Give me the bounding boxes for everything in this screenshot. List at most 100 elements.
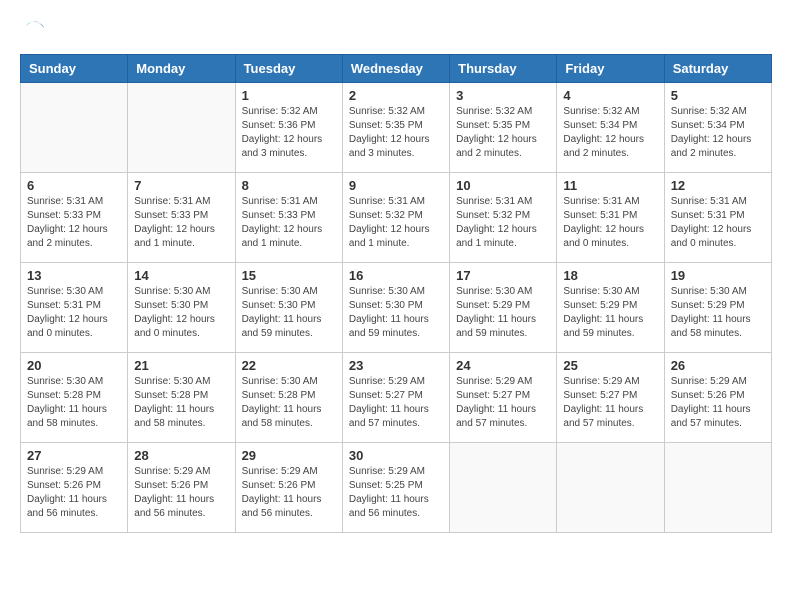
day-info: Sunrise: 5:30 AM Sunset: 5:30 PM Dayligh… <box>242 285 336 341</box>
day-number: 15 <box>242 268 336 283</box>
day-number: 4 <box>563 88 657 103</box>
day-info: Sunrise: 5:30 AM Sunset: 5:28 PM Dayligh… <box>134 375 228 431</box>
calendar-cell: 15 Sunrise: 5:30 AM Sunset: 5:30 PM Dayli… <box>235 263 342 353</box>
week-row: 6 Sunrise: 5:31 AM Sunset: 5:33 PM Daylig… <box>21 173 772 263</box>
day-number: 27 <box>27 448 121 463</box>
day-number: 29 <box>242 448 336 463</box>
day-info: Sunrise: 5:29 AM Sunset: 5:26 PM Dayligh… <box>671 375 765 431</box>
calendar-cell: 13Sunrise: 5:30 AM Sunset: 5:31 PM Dayli… <box>21 263 128 353</box>
calendar-cell: 8 Sunrise: 5:31 AM Sunset: 5:33 PM Daylig… <box>235 173 342 263</box>
day-number: 7 <box>134 178 228 193</box>
weekday-header: Saturday <box>664 55 771 83</box>
day-info: Sunrise: 5:31 AM Sunset: 5:33 PM Dayligh… <box>242 195 336 251</box>
day-info: Sunrise: 5:32 AM Sunset: 5:35 PM Dayligh… <box>456 105 550 161</box>
day-number: 5 <box>671 88 765 103</box>
calendar-cell: 1Sunrise: 5:32 AM Sunset: 5:36 PM Daylig… <box>235 83 342 173</box>
day-number: 22 <box>242 358 336 373</box>
weekday-header: Wednesday <box>342 55 449 83</box>
calendar-cell: 27 Sunrise: 5:29 AM Sunset: 5:26 PM Dayli… <box>21 443 128 533</box>
calendar-cell: 19 Sunrise: 5:30 AM Sunset: 5:29 PM Dayli… <box>664 263 771 353</box>
day-info: Sunrise: 5:32 AM Sunset: 5:34 PM Dayligh… <box>563 105 657 161</box>
weekday-header: Sunday <box>21 55 128 83</box>
calendar-cell: 9Sunrise: 5:31 AM Sunset: 5:32 PM Daylig… <box>342 173 449 263</box>
day-info: Sunrise: 5:29 AM Sunset: 5:26 PM Dayligh… <box>134 465 228 521</box>
calendar-cell <box>557 443 664 533</box>
calendar-cell: 22 Sunrise: 5:30 AM Sunset: 5:28 PM Dayli… <box>235 353 342 443</box>
day-number: 23 <box>349 358 443 373</box>
calendar-cell: 25Sunrise: 5:29 AM Sunset: 5:27 PM Dayli… <box>557 353 664 443</box>
day-number: 8 <box>242 178 336 193</box>
day-number: 17 <box>456 268 550 283</box>
day-number: 10 <box>456 178 550 193</box>
day-number: 13 <box>27 268 121 283</box>
calendar-cell: 24 Sunrise: 5:29 AM Sunset: 5:27 PM Dayli… <box>450 353 557 443</box>
weekday-header-row: SundayMondayTuesdayWednesdayThursdayFrid… <box>21 55 772 83</box>
day-info: Sunrise: 5:29 AM Sunset: 5:27 PM Dayligh… <box>456 375 550 431</box>
calendar-cell: 12Sunrise: 5:31 AM Sunset: 5:31 PM Dayli… <box>664 173 771 263</box>
day-info: Sunrise: 5:30 AM Sunset: 5:29 PM Dayligh… <box>671 285 765 341</box>
weekday-header: Friday <box>557 55 664 83</box>
day-number: 20 <box>27 358 121 373</box>
calendar-cell: 5 Sunrise: 5:32 AM Sunset: 5:34 PM Daylig… <box>664 83 771 173</box>
calendar-cell <box>21 83 128 173</box>
logo <box>20 20 46 44</box>
day-info: Sunrise: 5:29 AM Sunset: 5:27 PM Dayligh… <box>349 375 443 431</box>
calendar-cell: 16Sunrise: 5:30 AM Sunset: 5:30 PM Dayli… <box>342 263 449 353</box>
day-info: Sunrise: 5:31 AM Sunset: 5:31 PM Dayligh… <box>563 195 657 251</box>
calendar-cell <box>450 443 557 533</box>
calendar-cell: 17 Sunrise: 5:30 AM Sunset: 5:29 PM Dayli… <box>450 263 557 353</box>
calendar-cell: 14 Sunrise: 5:30 AM Sunset: 5:30 PM Dayli… <box>128 263 235 353</box>
calendar-cell <box>664 443 771 533</box>
weekday-header: Tuesday <box>235 55 342 83</box>
calendar-cell <box>128 83 235 173</box>
calendar: SundayMondayTuesdayWednesdayThursdayFrid… <box>20 54 772 533</box>
week-row: 1Sunrise: 5:32 AM Sunset: 5:36 PM Daylig… <box>21 83 772 173</box>
day-info: Sunrise: 5:31 AM Sunset: 5:33 PM Dayligh… <box>27 195 121 251</box>
calendar-cell: 7Sunrise: 5:31 AM Sunset: 5:33 PM Daylig… <box>128 173 235 263</box>
calendar-cell: 6 Sunrise: 5:31 AM Sunset: 5:33 PM Daylig… <box>21 173 128 263</box>
calendar-cell: 3 Sunrise: 5:32 AM Sunset: 5:35 PM Daylig… <box>450 83 557 173</box>
calendar-cell: 20 Sunrise: 5:30 AM Sunset: 5:28 PM Dayli… <box>21 353 128 443</box>
day-number: 12 <box>671 178 765 193</box>
day-number: 11 <box>563 178 657 193</box>
calendar-cell: 10 Sunrise: 5:31 AM Sunset: 5:32 PM Dayli… <box>450 173 557 263</box>
day-info: Sunrise: 5:30 AM Sunset: 5:29 PM Dayligh… <box>563 285 657 341</box>
day-info: Sunrise: 5:31 AM Sunset: 5:32 PM Dayligh… <box>456 195 550 251</box>
day-number: 28 <box>134 448 228 463</box>
week-row: 20 Sunrise: 5:30 AM Sunset: 5:28 PM Dayli… <box>21 353 772 443</box>
day-info: Sunrise: 5:31 AM Sunset: 5:32 PM Dayligh… <box>349 195 443 251</box>
day-info: Sunrise: 5:30 AM Sunset: 5:29 PM Dayligh… <box>456 285 550 341</box>
day-number: 26 <box>671 358 765 373</box>
day-info: Sunrise: 5:29 AM Sunset: 5:26 PM Dayligh… <box>27 465 121 521</box>
day-info: Sunrise: 5:32 AM Sunset: 5:35 PM Dayligh… <box>349 105 443 161</box>
weekday-header: Thursday <box>450 55 557 83</box>
calendar-cell: 30Sunrise: 5:29 AM Sunset: 5:25 PM Dayli… <box>342 443 449 533</box>
day-number: 14 <box>134 268 228 283</box>
calendar-cell: 21 Sunrise: 5:30 AM Sunset: 5:28 PM Dayli… <box>128 353 235 443</box>
day-number: 24 <box>456 358 550 373</box>
day-info: Sunrise: 5:29 AM Sunset: 5:26 PM Dayligh… <box>242 465 336 521</box>
day-number: 19 <box>671 268 765 283</box>
day-info: Sunrise: 5:30 AM Sunset: 5:28 PM Dayligh… <box>242 375 336 431</box>
day-number: 6 <box>27 178 121 193</box>
calendar-cell: 28 Sunrise: 5:29 AM Sunset: 5:26 PM Dayli… <box>128 443 235 533</box>
day-number: 30 <box>349 448 443 463</box>
logo-icon <box>22 20 46 44</box>
day-number: 21 <box>134 358 228 373</box>
header <box>20 20 772 44</box>
day-number: 18 <box>563 268 657 283</box>
calendar-cell: 2 Sunrise: 5:32 AM Sunset: 5:35 PM Daylig… <box>342 83 449 173</box>
calendar-cell: 18 Sunrise: 5:30 AM Sunset: 5:29 PM Dayli… <box>557 263 664 353</box>
day-info: Sunrise: 5:30 AM Sunset: 5:28 PM Dayligh… <box>27 375 121 431</box>
day-number: 16 <box>349 268 443 283</box>
calendar-cell: 11 Sunrise: 5:31 AM Sunset: 5:31 PM Dayli… <box>557 173 664 263</box>
calendar-cell: 26 Sunrise: 5:29 AM Sunset: 5:26 PM Dayli… <box>664 353 771 443</box>
day-number: 3 <box>456 88 550 103</box>
day-number: 1 <box>242 88 336 103</box>
calendar-cell: 23 Sunrise: 5:29 AM Sunset: 5:27 PM Dayli… <box>342 353 449 443</box>
day-number: 2 <box>349 88 443 103</box>
day-info: Sunrise: 5:30 AM Sunset: 5:30 PM Dayligh… <box>134 285 228 341</box>
day-info: Sunrise: 5:32 AM Sunset: 5:34 PM Dayligh… <box>671 105 765 161</box>
week-row: 27 Sunrise: 5:29 AM Sunset: 5:26 PM Dayli… <box>21 443 772 533</box>
weekday-header: Monday <box>128 55 235 83</box>
